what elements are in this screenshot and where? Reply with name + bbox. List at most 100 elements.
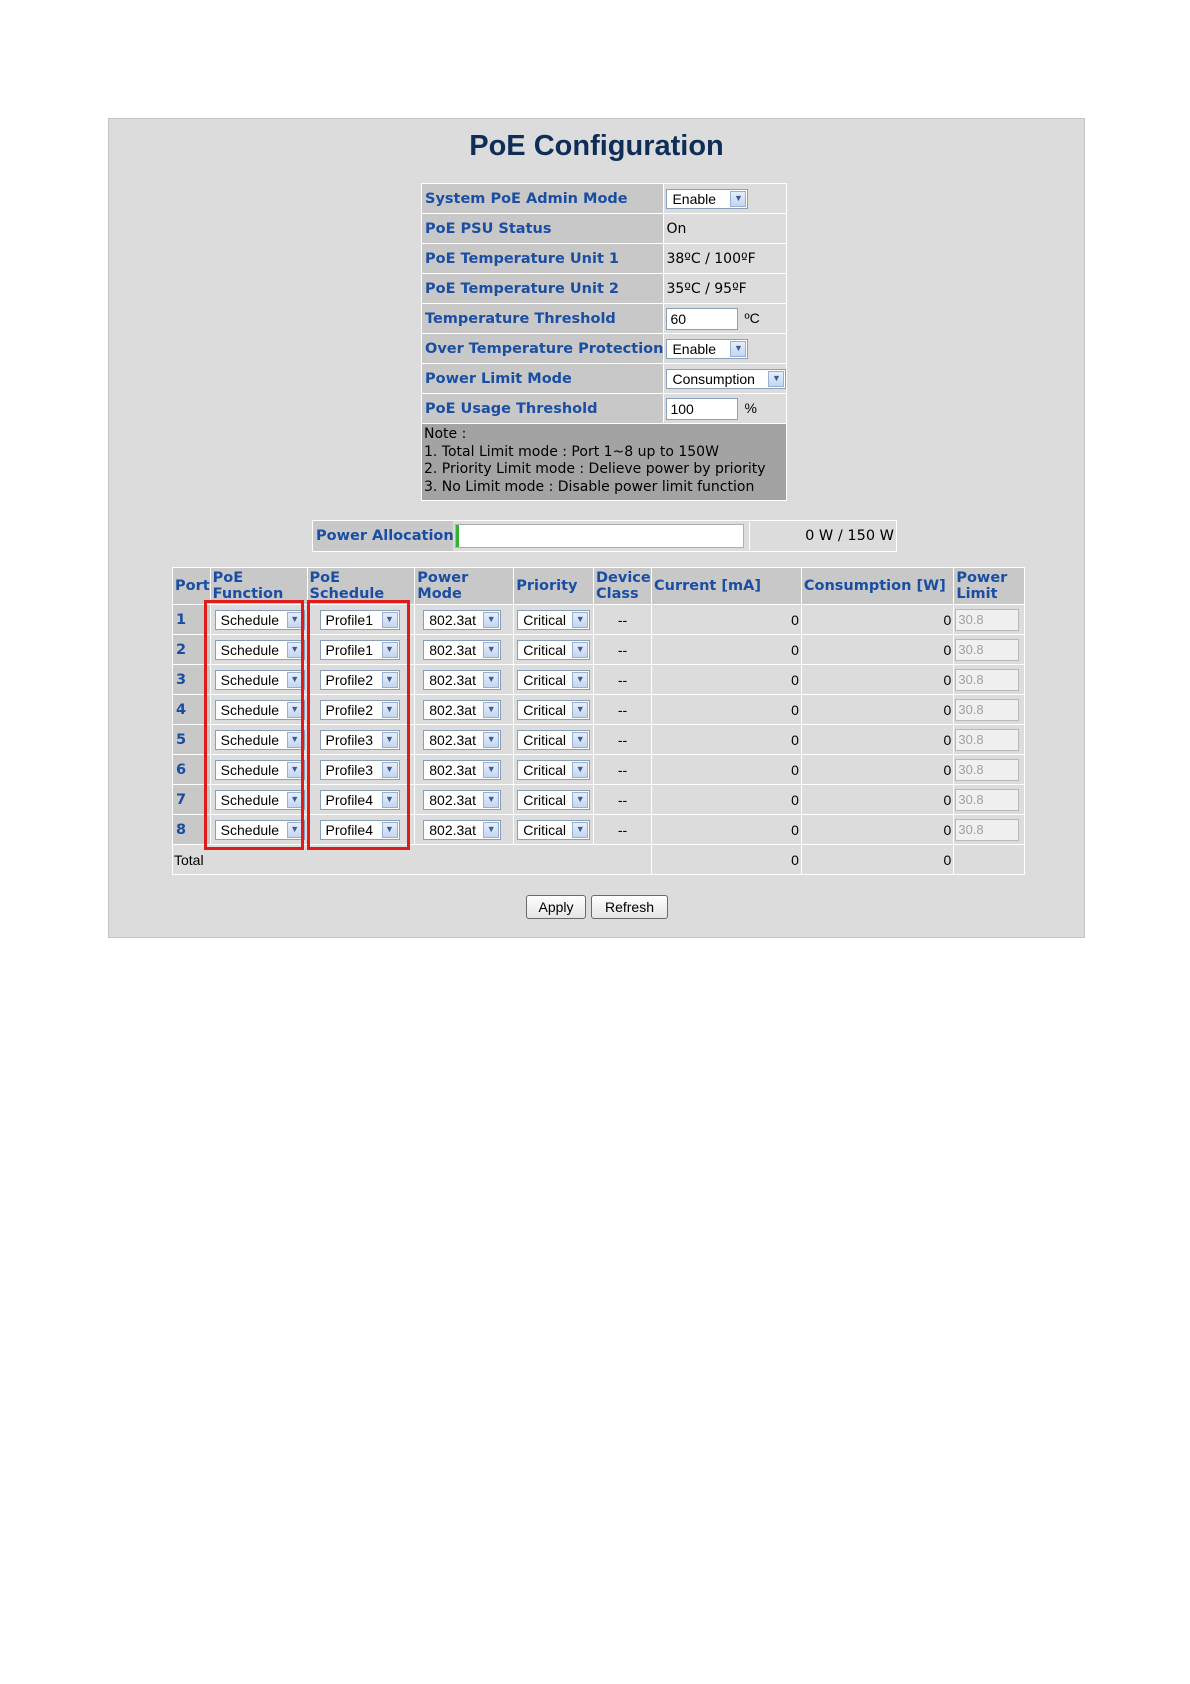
chevron-down-icon: ▼ (483, 791, 500, 808)
poe-function-select[interactable]: Schedule ▼ (214, 789, 305, 810)
chevron-down-icon: ▼ (381, 761, 398, 778)
col-priority: Priority (513, 567, 595, 605)
priority-select[interactable]: Critical ▼ (517, 729, 591, 750)
consumption-value: 0 (800, 634, 955, 665)
priority-select[interactable]: Critical ▼ (517, 699, 591, 720)
admin-mode-select[interactable]: Enable ▼ (666, 188, 749, 209)
poe-schedule-select[interactable]: Profile2 ▼ (319, 699, 400, 720)
poe-schedule-select[interactable]: Profile3 ▼ (319, 729, 400, 750)
chevron-down-icon: ▼ (483, 761, 500, 778)
device-class: -- (593, 604, 652, 635)
power-limit-input[interactable]: 30.8 (955, 788, 1020, 811)
port-number: 5 (172, 724, 211, 755)
poe-schedule-select[interactable]: Profile4 ▼ (319, 789, 400, 810)
usage-threshold-unit: % (744, 399, 757, 416)
power-mode-select[interactable]: 802.3at ▼ (423, 729, 502, 750)
poe-schedule-select[interactable]: Profile4 ▼ (319, 819, 400, 840)
table-row: 3 Schedule ▼ Profile2 ▼ 802.3at ▼ Critical ▼ -- 0 0… (172, 664, 1025, 695)
apply-button[interactable]: Apply (526, 895, 586, 919)
chevron-down-icon: ▼ (572, 671, 589, 688)
port-number: 3 (172, 664, 211, 695)
chevron-down-icon: ▼ (286, 641, 303, 658)
consumption-value: 0 (800, 814, 955, 845)
power-limit-mode-select[interactable]: Consumption ▼ (666, 368, 787, 389)
priority-select[interactable]: Critical ▼ (517, 669, 591, 690)
temp-unit1-value: 38ºC / 100ºF (663, 243, 788, 274)
refresh-button[interactable]: Refresh (591, 895, 668, 919)
chevron-down-icon: ▼ (572, 701, 589, 718)
power-limit-input[interactable]: 30.8 (955, 758, 1020, 781)
col-current: Current [mA] (650, 567, 802, 605)
chevron-down-icon: ▼ (572, 761, 589, 778)
poe-schedule-select[interactable]: Profile1 ▼ (319, 639, 400, 660)
priority-select[interactable]: Critical ▼ (517, 819, 591, 840)
device-class: -- (593, 724, 652, 755)
power-allocation-fill (456, 525, 459, 547)
poe-function-select[interactable]: Schedule ▼ (214, 699, 305, 720)
priority-select[interactable]: Critical ▼ (517, 789, 591, 810)
power-limit-input[interactable]: 30.8 (955, 698, 1020, 721)
device-class: -- (593, 634, 652, 665)
table-row: 8 Schedule ▼ Profile4 ▼ 802.3at ▼ Critical ▼ -- 0 0… (172, 814, 1025, 845)
chevron-down-icon: ▼ (381, 821, 398, 838)
power-mode-select[interactable]: 802.3at ▼ (423, 759, 502, 780)
note-line: 1. Total Limit mode : Port 1~8 up to 150… (424, 443, 719, 460)
power-mode-select[interactable]: 802.3at ▼ (423, 699, 502, 720)
consumption-value: 0 (800, 724, 955, 755)
col-port: Port (172, 567, 211, 605)
chevron-down-icon: ▼ (572, 641, 589, 658)
priority-select[interactable]: Critical ▼ (517, 639, 591, 660)
poe-function-select[interactable]: Schedule ▼ (214, 759, 305, 780)
temp-threshold-input[interactable]: 60 (666, 307, 739, 330)
chevron-down-icon: ▼ (286, 671, 303, 688)
chevron-down-icon: ▼ (768, 370, 785, 387)
power-limit-input[interactable]: 30.8 (955, 818, 1020, 841)
power-mode-select[interactable]: 802.3at ▼ (423, 669, 502, 690)
poe-schedule-select[interactable]: Profile1 ▼ (319, 609, 400, 630)
poe-function-select[interactable]: Schedule ▼ (214, 639, 305, 660)
power-limit-input[interactable]: 30.8 (955, 728, 1020, 751)
power-mode-select[interactable]: 802.3at ▼ (423, 639, 502, 660)
priority-select[interactable]: Critical ▼ (517, 759, 591, 780)
port-number: 1 (172, 604, 211, 635)
usage-threshold-input[interactable]: 100 (666, 397, 739, 420)
consumption-value: 0 (800, 664, 955, 695)
power-mode-select[interactable]: 802.3at ▼ (423, 819, 502, 840)
device-class: -- (593, 784, 652, 815)
chevron-down-icon: ▼ (286, 611, 303, 628)
device-class: -- (593, 814, 652, 845)
chevron-down-icon: ▼ (286, 791, 303, 808)
priority-select[interactable]: Critical ▼ (517, 609, 591, 630)
power-limit-input[interactable]: 30.8 (955, 668, 1020, 691)
temp-unit2-value: 35ºC / 95ºF (663, 273, 788, 304)
current-value: 0 (650, 604, 802, 635)
col-device-class: Device Class (593, 567, 652, 605)
power-limit-mode-label: Power Limit Mode (420, 363, 665, 394)
chevron-down-icon: ▼ (483, 701, 500, 718)
poe-function-select[interactable]: Schedule ▼ (214, 669, 305, 690)
table-row: 2 Schedule ▼ Profile1 ▼ 802.3at ▼ Critical ▼ -- 0 0… (172, 634, 1025, 665)
device-class: -- (593, 664, 652, 695)
power-mode-select[interactable]: 802.3at ▼ (423, 609, 502, 630)
power-limit-input[interactable]: 30.8 (955, 608, 1020, 631)
poe-function-select[interactable]: Schedule ▼ (214, 609, 305, 630)
poe-function-select[interactable]: Schedule ▼ (214, 819, 305, 840)
port-number: 7 (172, 784, 211, 815)
chevron-down-icon: ▼ (286, 761, 303, 778)
col-consumption: Consumption [W] (800, 567, 955, 605)
chevron-down-icon: ▼ (572, 611, 589, 628)
current-value: 0 (650, 634, 802, 665)
over-temp-select[interactable]: Enable ▼ (666, 338, 749, 359)
current-value: 0 (650, 784, 802, 815)
port-config-table: Port PoE Function PoE Schedule Power Mode… (172, 567, 1025, 875)
consumption-value: 0 (800, 604, 955, 635)
poe-function-select[interactable]: Schedule ▼ (214, 729, 305, 750)
power-mode-select[interactable]: 802.3at ▼ (423, 789, 502, 810)
current-value: 0 (650, 754, 802, 785)
chevron-down-icon: ▼ (381, 701, 398, 718)
poe-schedule-select[interactable]: Profile3 ▼ (319, 759, 400, 780)
chevron-down-icon: ▼ (483, 611, 500, 628)
limit-mode-note: Note : 1. Total Limit mode : Port 1~8 up… (420, 423, 788, 501)
poe-schedule-select[interactable]: Profile2 ▼ (319, 669, 400, 690)
power-limit-input[interactable]: 30.8 (955, 638, 1020, 661)
